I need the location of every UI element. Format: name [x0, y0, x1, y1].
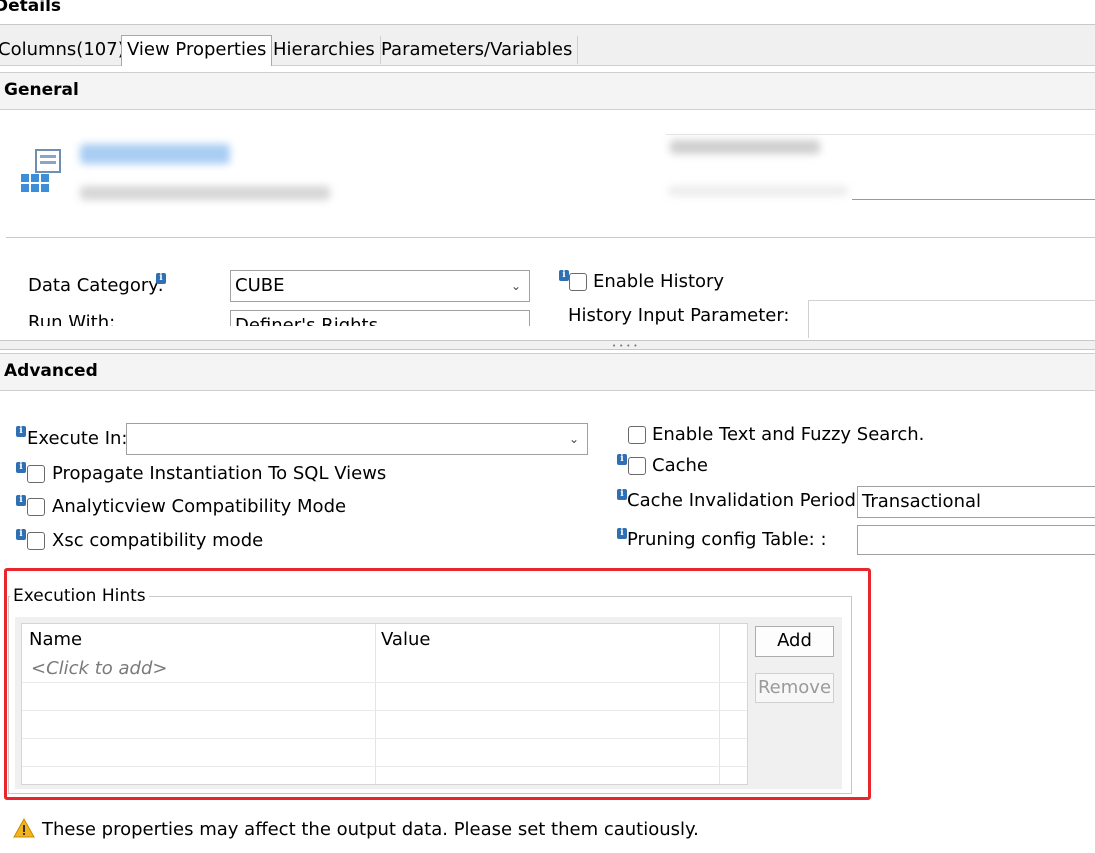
description-field-underline	[852, 199, 1095, 200]
xsc-compatibility-label: Xsc compatibility mode	[52, 530, 264, 551]
run-with-value: Definer's Rights	[235, 315, 378, 326]
tab-columns[interactable]: Columns(107)	[0, 36, 131, 64]
analyticview-compatibility-checkbox[interactable]	[27, 498, 45, 516]
data-category-value: CUBE	[235, 275, 285, 296]
info-icon: i	[16, 426, 26, 437]
tab-parameters-variables[interactable]: Parameters/Variables	[376, 36, 579, 64]
propagate-instantiation-label: Propagate Instantiation To SQL Views	[52, 463, 387, 484]
enable-text-fuzzy-search-checkbox[interactable]	[628, 426, 646, 444]
info-icon: i	[617, 454, 627, 465]
tab-bar: Columns(107) View Properties Hierarchies…	[0, 25, 1095, 66]
general-section-header[interactable]: General	[0, 72, 1095, 110]
info-icon: i	[16, 462, 26, 473]
history-input-parameter-field[interactable]	[808, 300, 1095, 338]
execute-in-dropdown[interactable]: ⌄	[126, 423, 588, 455]
pruning-config-table-label: Pruning config Table: :	[627, 529, 827, 550]
info-icon: i	[617, 489, 627, 500]
cache-checkbox[interactable]	[628, 457, 646, 475]
run-with-label: Run With:	[28, 312, 116, 326]
sash-grip-icon: ••••	[612, 342, 641, 350]
highlight-box	[4, 568, 871, 800]
info-icon: i	[617, 528, 627, 539]
redacted-view-id	[80, 186, 330, 200]
pruning-config-table-field[interactable]	[857, 525, 1095, 555]
redacted-description-line	[668, 186, 848, 196]
advanced-section-title: Advanced	[4, 361, 98, 381]
calculation-view-icon	[20, 148, 64, 196]
cache-invalidation-period-field[interactable]: Transactional	[857, 486, 1095, 518]
enable-text-fuzzy-search-label: Enable Text and Fuzzy Search.	[652, 424, 925, 445]
propagate-instantiation-checkbox[interactable]	[27, 465, 45, 483]
tab-view-properties[interactable]: View Properties	[121, 35, 273, 66]
info-icon: i	[16, 529, 26, 540]
description-field-top	[666, 134, 1095, 135]
advanced-section-header[interactable]: Advanced	[0, 353, 1095, 391]
divider	[6, 237, 1095, 238]
data-category-dropdown[interactable]: CUBE ⌄	[230, 270, 530, 302]
enable-history-label: Enable History	[593, 271, 725, 292]
chevron-down-icon: ⌄	[568, 432, 579, 446]
info-icon: i	[16, 495, 26, 506]
general-section-title: General	[4, 80, 79, 100]
run-with-dropdown[interactable]: Definer's Rights ⌄	[230, 310, 530, 326]
analyticview-compatibility-label: Analyticview Compatibility Mode	[52, 496, 347, 517]
history-input-parameter-label: History Input Parameter:	[568, 305, 790, 326]
execute-in-label: Execute In:	[27, 428, 128, 449]
info-icon: i	[559, 270, 569, 281]
redacted-view-name	[80, 144, 230, 164]
panel-title: Details	[0, 0, 62, 16]
enable-history-checkbox[interactable]	[569, 273, 587, 291]
xsc-compatibility-checkbox[interactable]	[27, 532, 45, 550]
info-icon: i	[156, 273, 166, 284]
redacted-description	[670, 140, 820, 154]
data-category-label: Data Category:	[28, 275, 164, 296]
cache-label: Cache	[652, 455, 708, 476]
splitter-sash[interactable]: ••••	[0, 340, 1095, 350]
chevron-down-icon: ⌄	[510, 319, 521, 326]
warning-icon	[13, 817, 35, 838]
warning-message: These properties may affect the output d…	[42, 819, 699, 840]
cache-invalidation-period-label: Cache Invalidation Period:	[627, 490, 862, 511]
chevron-down-icon: ⌄	[510, 279, 521, 293]
tab-hierarchies[interactable]: Hierarchies	[268, 36, 381, 64]
